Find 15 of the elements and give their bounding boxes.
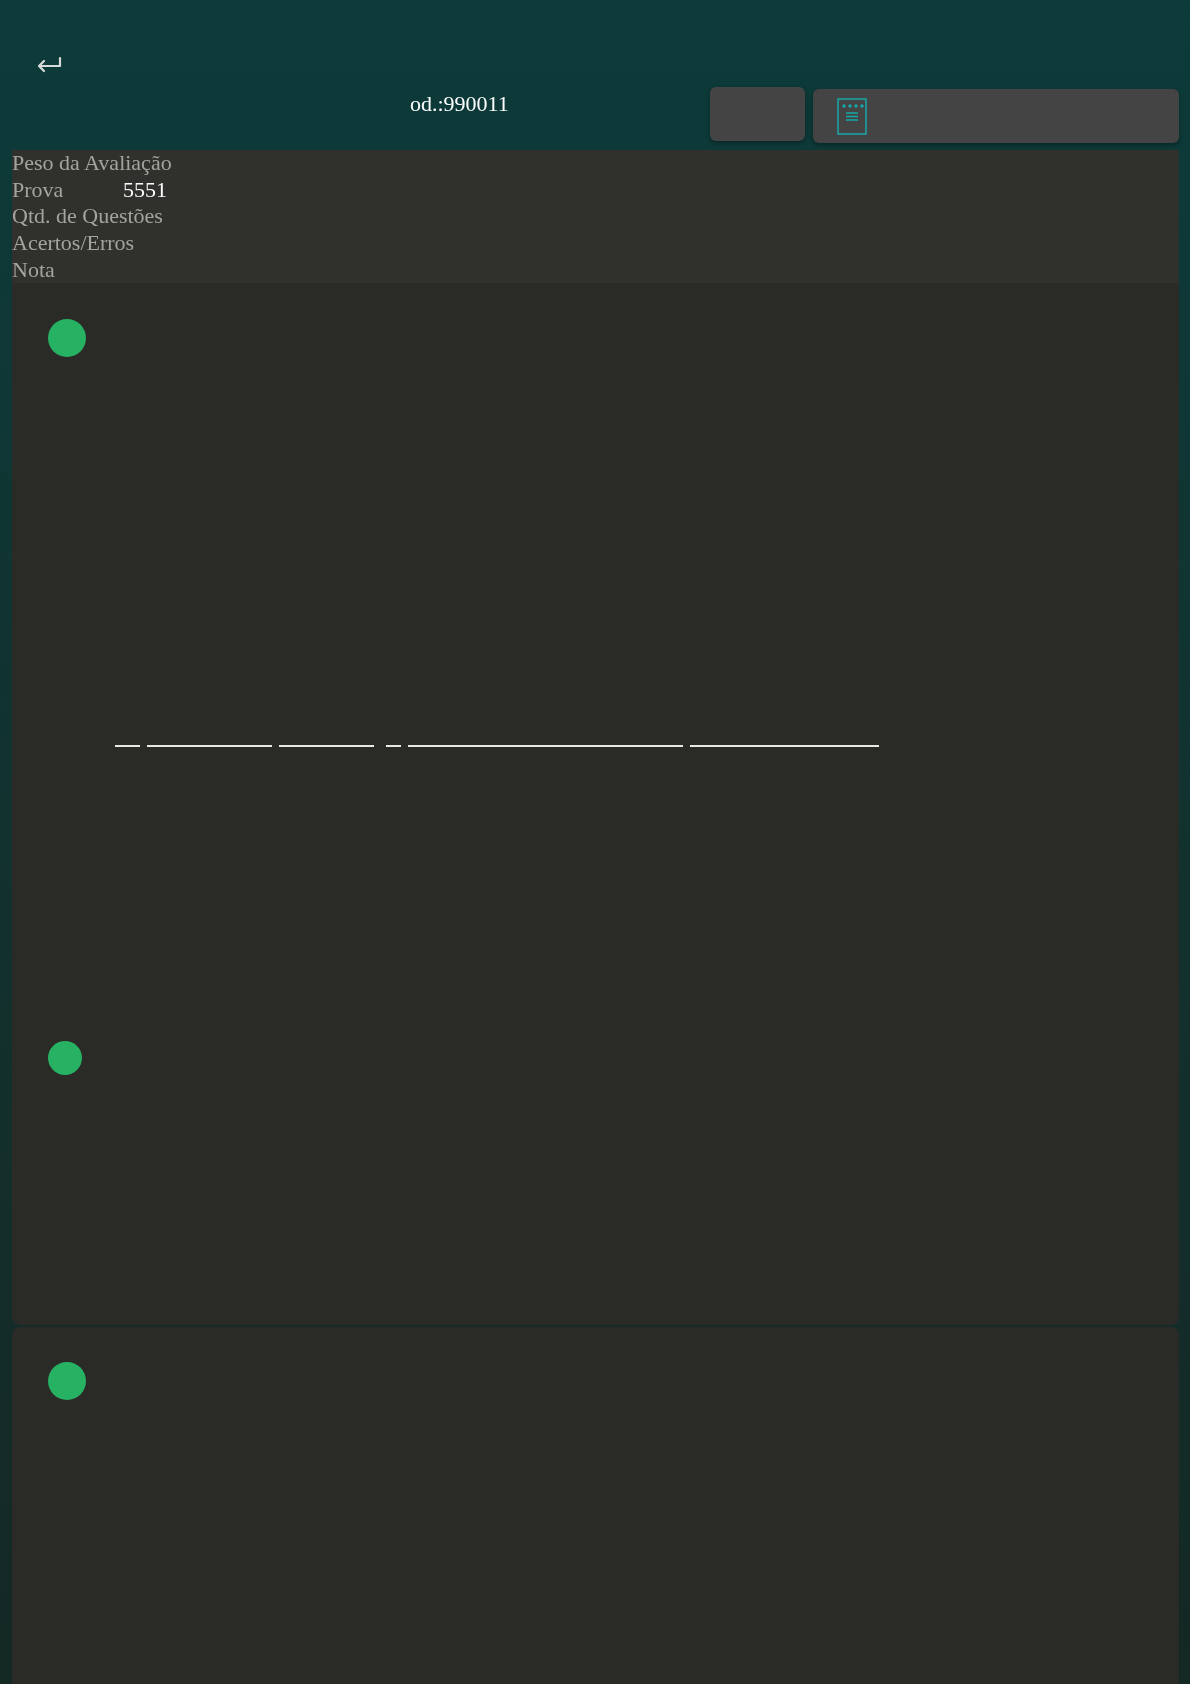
summary-label: Nota bbox=[12, 256, 56, 283]
document-icon bbox=[837, 97, 867, 135]
fill-in-line bbox=[386, 745, 401, 747]
action-button[interactable] bbox=[710, 87, 805, 141]
summary-label: Qtd. de Questões bbox=[12, 203, 163, 230]
summary-value: 5551 bbox=[123, 176, 167, 203]
status-dot bbox=[48, 319, 86, 357]
fill-in-line bbox=[115, 745, 140, 747]
status-dot bbox=[48, 1362, 86, 1400]
status-dot bbox=[48, 1041, 82, 1075]
summary-label: Acertos/Erros bbox=[12, 230, 135, 257]
summary-label: Prova bbox=[12, 176, 65, 203]
summary-label: Peso da Avaliação bbox=[12, 150, 172, 177]
document-button[interactable] bbox=[813, 89, 1179, 143]
page-title: od.:990011 bbox=[410, 91, 510, 117]
